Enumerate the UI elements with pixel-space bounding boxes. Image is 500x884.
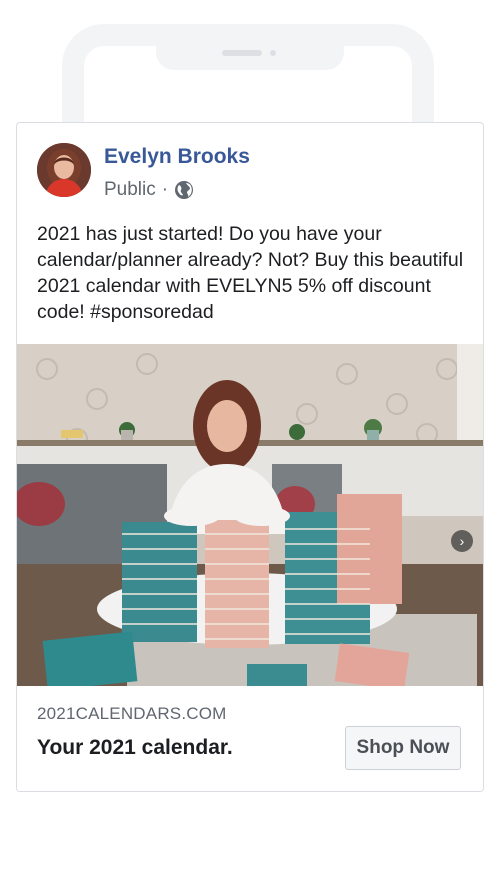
audience-info: Public ·: [104, 179, 194, 201]
stage: Evelyn Brooks Public · 2021 has just sta…: [0, 0, 500, 884]
globe-icon[interactable]: [174, 180, 194, 200]
avatar-image: [37, 143, 91, 197]
phone-camera: [270, 50, 276, 56]
author-name[interactable]: Evelyn Brooks: [104, 145, 250, 169]
link-headline: Your 2021 calendar.: [37, 736, 233, 759]
ad-photo: [17, 344, 483, 686]
link-domain: 2021CALENDARS.COM: [37, 704, 227, 723]
post-message: 2021 has just started! Do you have your …: [37, 223, 464, 323]
phone-notch: [156, 24, 344, 70]
shop-now-button[interactable]: Shop Now: [345, 726, 461, 770]
author-avatar[interactable]: [37, 143, 91, 197]
sponsored-post-card: Evelyn Brooks Public · 2021 has just sta…: [16, 122, 484, 792]
chevron-right-icon[interactable]: ›: [451, 530, 473, 552]
audience-separator: ·: [161, 179, 169, 200]
phone-speaker: [222, 50, 262, 56]
ad-image[interactable]: ›: [17, 344, 483, 686]
cta-bar[interactable]: 2021CALENDARS.COM Your 2021 calendar. Sh…: [17, 686, 483, 791]
audience-label: Public: [104, 179, 156, 200]
post-header: Evelyn Brooks Public ·: [17, 123, 483, 217]
